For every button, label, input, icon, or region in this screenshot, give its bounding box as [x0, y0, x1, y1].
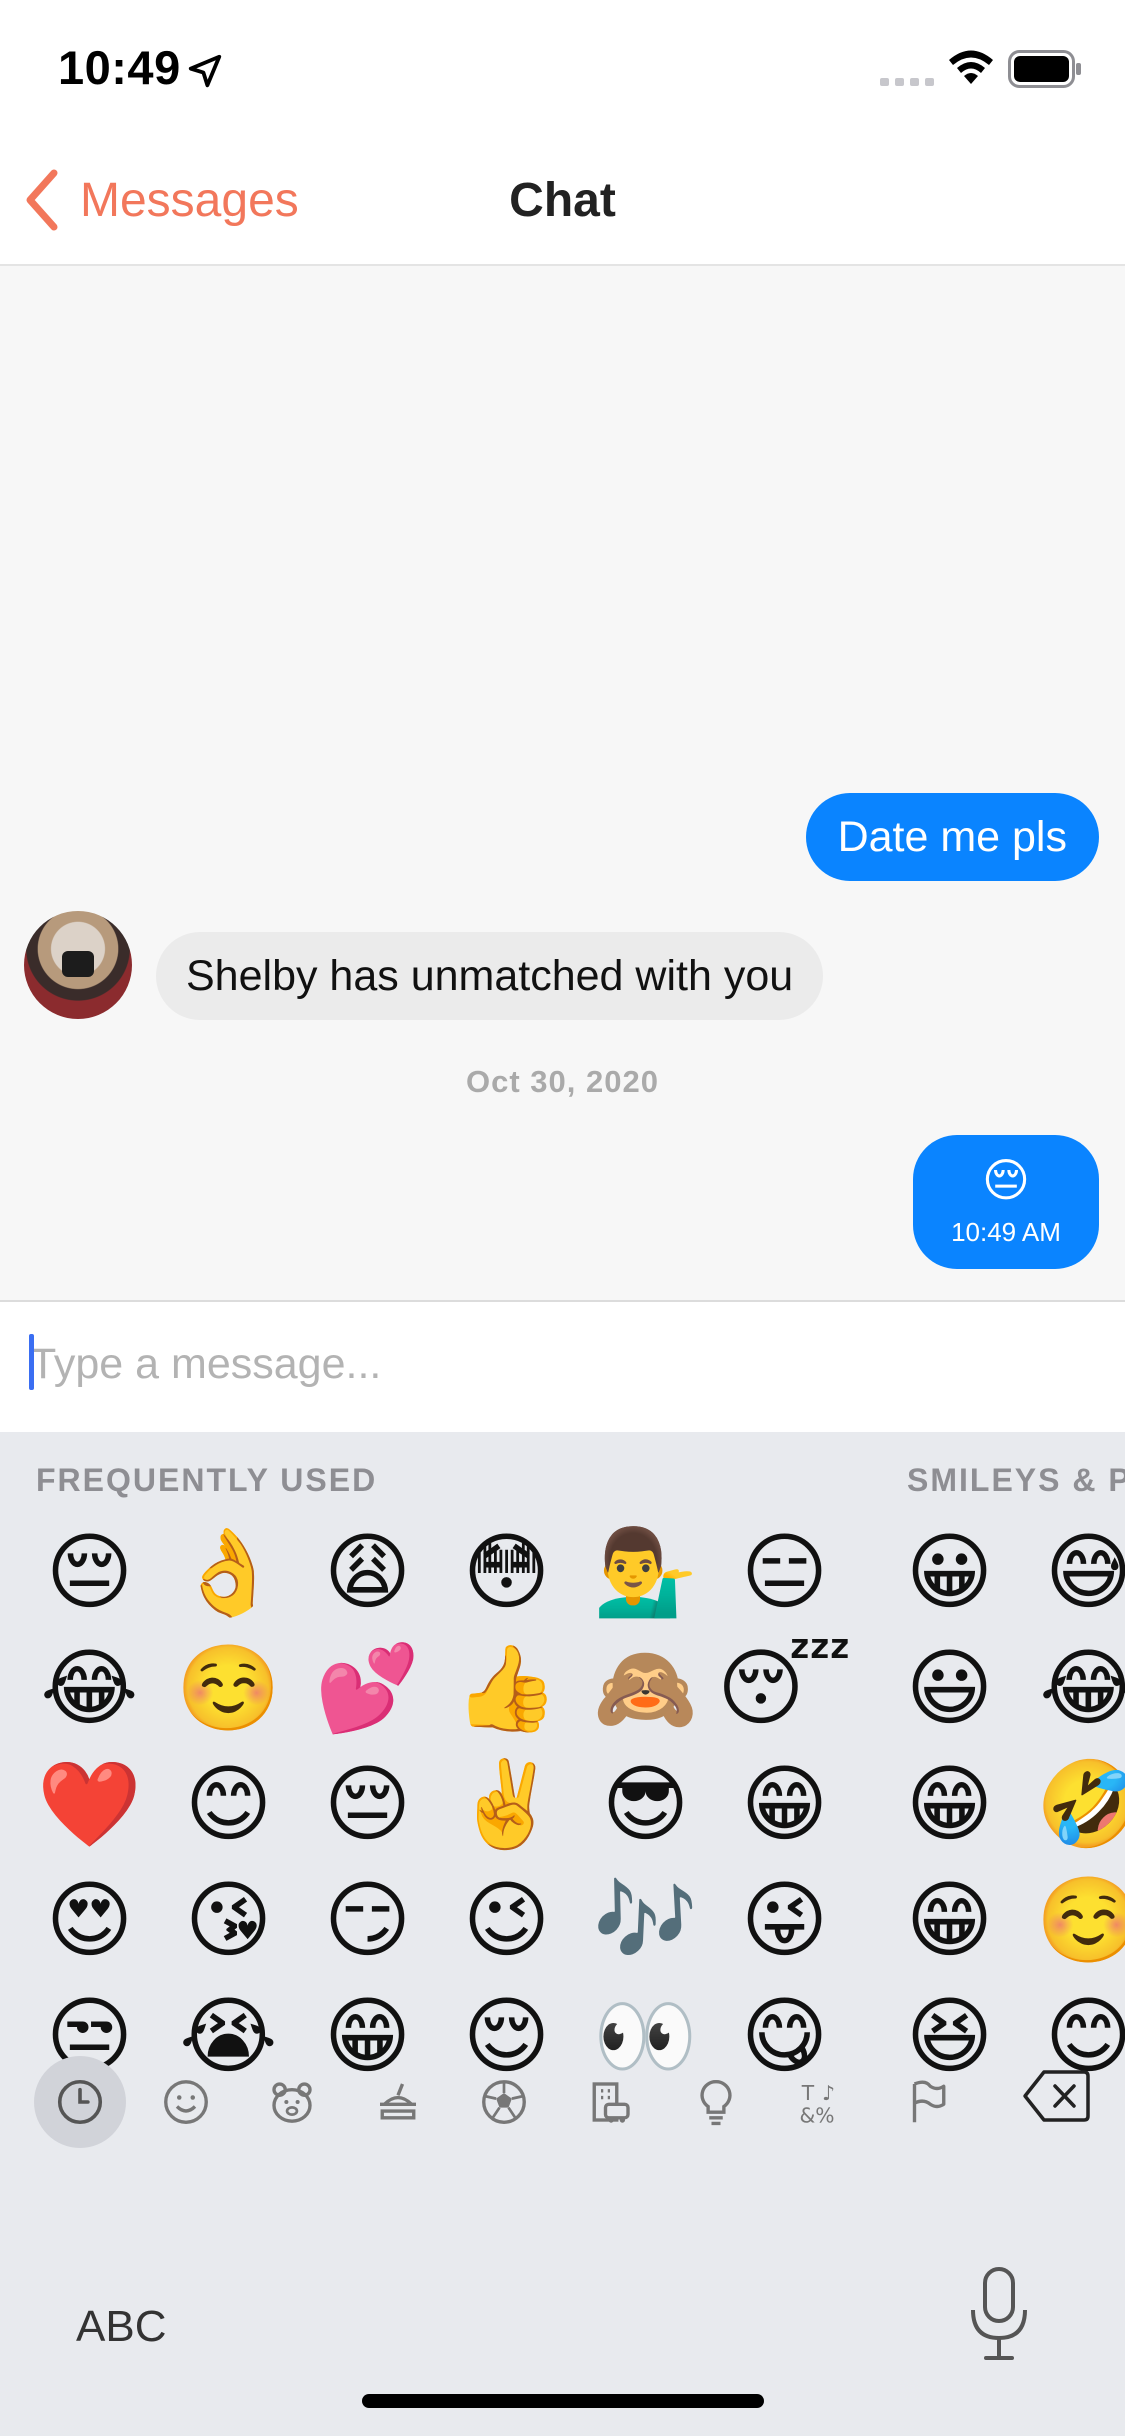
emoji-key[interactable]: 😀 — [880, 1514, 1019, 1630]
emoji-key[interactable]: ✌️ — [437, 1746, 576, 1862]
cellular-signal-icon — [880, 78, 934, 86]
location-arrow-icon — [188, 54, 222, 88]
emoji-key[interactable]: 😔 — [298, 1746, 437, 1862]
status-time: 10:49 — [58, 41, 181, 94]
emoji-key[interactable]: 😍 — [20, 1862, 159, 1978]
emoji-key[interactable]: 😁 — [880, 1746, 1019, 1862]
emoji-key[interactable]: ☺️ — [159, 1630, 298, 1746]
backspace-icon[interactable] — [1022, 2068, 1092, 2124]
emoji-key[interactable]: 💁‍♂️ — [576, 1514, 715, 1630]
emoji-key[interactable]: 👌 — [159, 1514, 298, 1630]
emoji-key[interactable]: 👍 — [437, 1630, 576, 1746]
food-icon[interactable] — [352, 2056, 444, 2148]
emoji-key[interactable]: 😴 — [715, 1630, 854, 1746]
recent-clock-icon[interactable] — [34, 2056, 126, 2148]
emoji-key[interactable]: 🤣 — [1019, 1746, 1125, 1862]
microphone-icon[interactable] — [968, 2266, 1030, 2362]
battery-icon — [1008, 50, 1081, 88]
emoji-key[interactable]: 😅 — [1019, 1514, 1125, 1630]
abc-keyboard-button[interactable]: ABC — [76, 2302, 166, 2352]
emoji-key[interactable]: 😳 — [437, 1514, 576, 1630]
activity-ball-icon[interactable] — [458, 2056, 550, 2148]
emoji-key[interactable]: 😉 — [437, 1862, 576, 1978]
avatar[interactable] — [24, 911, 132, 1019]
emoji-keyboard: FREQUENTLY USED SMILEYS & P 😔 👌 😩 😳 💁‍♂️ 😑 😂 ☺️… — [0, 1432, 1125, 2436]
emoji-key[interactable]: 😘 — [159, 1862, 298, 1978]
chat-area[interactable]: Date me pls Shelby has unmatched with yo… — [0, 266, 1125, 1300]
emoji-key[interactable]: ❤️ — [20, 1746, 159, 1862]
symbols-icon[interactable]: T ♪ &% — [776, 2056, 868, 2148]
home-indicator — [362, 2394, 764, 2408]
emoji-key[interactable]: 😏 — [298, 1862, 437, 1978]
message-input[interactable] — [30, 1332, 1090, 1396]
outgoing-message[interactable]: 😔 10:49 AM — [913, 1135, 1099, 1269]
message-timestamp: 10:49 AM — [951, 1217, 1061, 1247]
smiley-face-icon[interactable] — [140, 2056, 232, 2148]
text-cursor — [29, 1334, 34, 1390]
emoji-key[interactable]: 😎 — [576, 1746, 715, 1862]
incoming-message[interactable]: Shelby has unmatched with you — [156, 932, 824, 1020]
emoji-key[interactable]: 💕 — [298, 1630, 437, 1746]
emoji-key[interactable]: 😂 — [20, 1630, 159, 1746]
objects-lightbulb-icon[interactable] — [670, 2056, 762, 2148]
page-title: Chat — [509, 174, 616, 227]
emoji-grid-smileys: 😀 😅 😃 😂 😁 🤣 😁 ☺️ 😆 😊 — [880, 1514, 1125, 2094]
emoji-key[interactable]: 🙈 — [576, 1630, 715, 1746]
svg-text:♪: ♪ — [822, 2081, 835, 2105]
message-emoji: 😔 — [982, 1153, 1030, 1207]
travel-building-icon[interactable] — [564, 2056, 656, 2148]
outgoing-message[interactable]: Date me pls — [805, 793, 1099, 881]
emoji-key[interactable]: 😁 — [880, 1862, 1019, 1978]
emoji-key[interactable]: 😜 — [715, 1862, 854, 1978]
wifi-icon — [949, 50, 993, 84]
message-input-bar — [0, 1300, 1125, 1432]
section-header-frequently-used: FREQUENTLY USED — [36, 1462, 378, 1498]
emoji-key[interactable]: ☺️ — [1019, 1862, 1125, 1978]
emoji-category-bar: T ♪ &% — [34, 2056, 1104, 2148]
nav-bar: Messages Chat — [0, 135, 1125, 266]
emoji-key[interactable]: 😂 — [1019, 1630, 1125, 1746]
emoji-key[interactable]: 🎶 — [576, 1862, 715, 1978]
flag-icon[interactable] — [882, 2056, 974, 2148]
emoji-key[interactable]: 😊 — [159, 1746, 298, 1862]
status-bar: 10:49 — [0, 0, 1125, 135]
svg-text:&%: &% — [800, 2103, 835, 2127]
emoji-key[interactable]: 😩 — [298, 1514, 437, 1630]
emoji-key[interactable]: 😔 — [20, 1514, 159, 1630]
date-separator: Oct 30, 2020 — [466, 1064, 659, 1099]
animal-bear-icon[interactable] — [246, 2056, 338, 2148]
emoji-key[interactable]: 😁 — [715, 1746, 854, 1862]
emoji-grid-frequently-used: 😔 👌 😩 😳 💁‍♂️ 😑 😂 ☺️ 💕 👍 🙈 😴 ❤️ 😊 😔 ✌️ 😎 😁 😍 😘 😏 😉 🎶 😜 😒 😭 😁 😌 👀 😋 — [20, 1514, 854, 2094]
section-header-smileys: SMILEYS & P — [907, 1462, 1125, 1498]
emoji-key[interactable]: 😑 — [715, 1514, 854, 1630]
svg-text:T: T — [801, 2081, 815, 2105]
emoji-key[interactable]: 😃 — [880, 1630, 1019, 1746]
